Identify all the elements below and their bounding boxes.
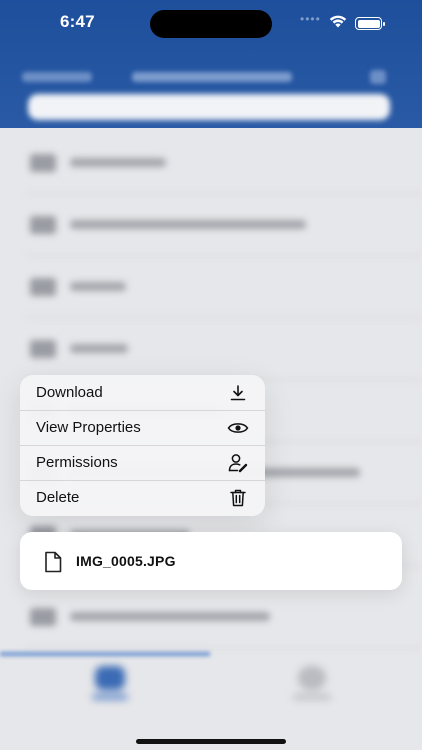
wifi-icon — [329, 15, 347, 28]
trash-icon — [227, 487, 249, 509]
list-item — [0, 586, 422, 648]
menu-item-view-properties[interactable]: View Properties — [20, 410, 265, 445]
battery-icon — [355, 17, 385, 30]
list-item — [0, 132, 422, 194]
list-item — [0, 194, 422, 256]
cellular-signal-icon: •••• — [300, 12, 321, 26]
navigation-bar-blurred — [0, 62, 422, 94]
file-name: IMG_0005.JPG — [76, 553, 176, 569]
menu-item-label: Delete — [36, 489, 80, 506]
menu-item-label: View Properties — [36, 419, 141, 436]
eye-icon — [227, 417, 249, 439]
tab-bar-blurred — [0, 650, 422, 710]
app-header: 6:47 •••• — [0, 0, 422, 128]
selected-file-card[interactable]: IMG_0005.JPG — [20, 532, 402, 590]
search-bar-blurred — [28, 94, 390, 120]
dynamic-island — [150, 10, 272, 38]
status-time: 6:47 — [60, 12, 95, 31]
menu-item-label: Permissions — [36, 454, 118, 471]
user-permissions-icon — [227, 452, 249, 474]
context-menu: Download View Properties Permissions Del… — [20, 375, 265, 516]
menu-item-permissions[interactable]: Permissions — [20, 445, 265, 480]
list-item — [0, 318, 422, 380]
download-icon — [227, 382, 249, 404]
menu-item-label: Download — [36, 384, 103, 401]
list-item — [0, 256, 422, 318]
menu-item-download[interactable]: Download — [20, 375, 265, 410]
document-icon — [44, 551, 62, 578]
menu-item-delete[interactable]: Delete — [20, 480, 265, 515]
home-indicator[interactable] — [136, 739, 286, 744]
